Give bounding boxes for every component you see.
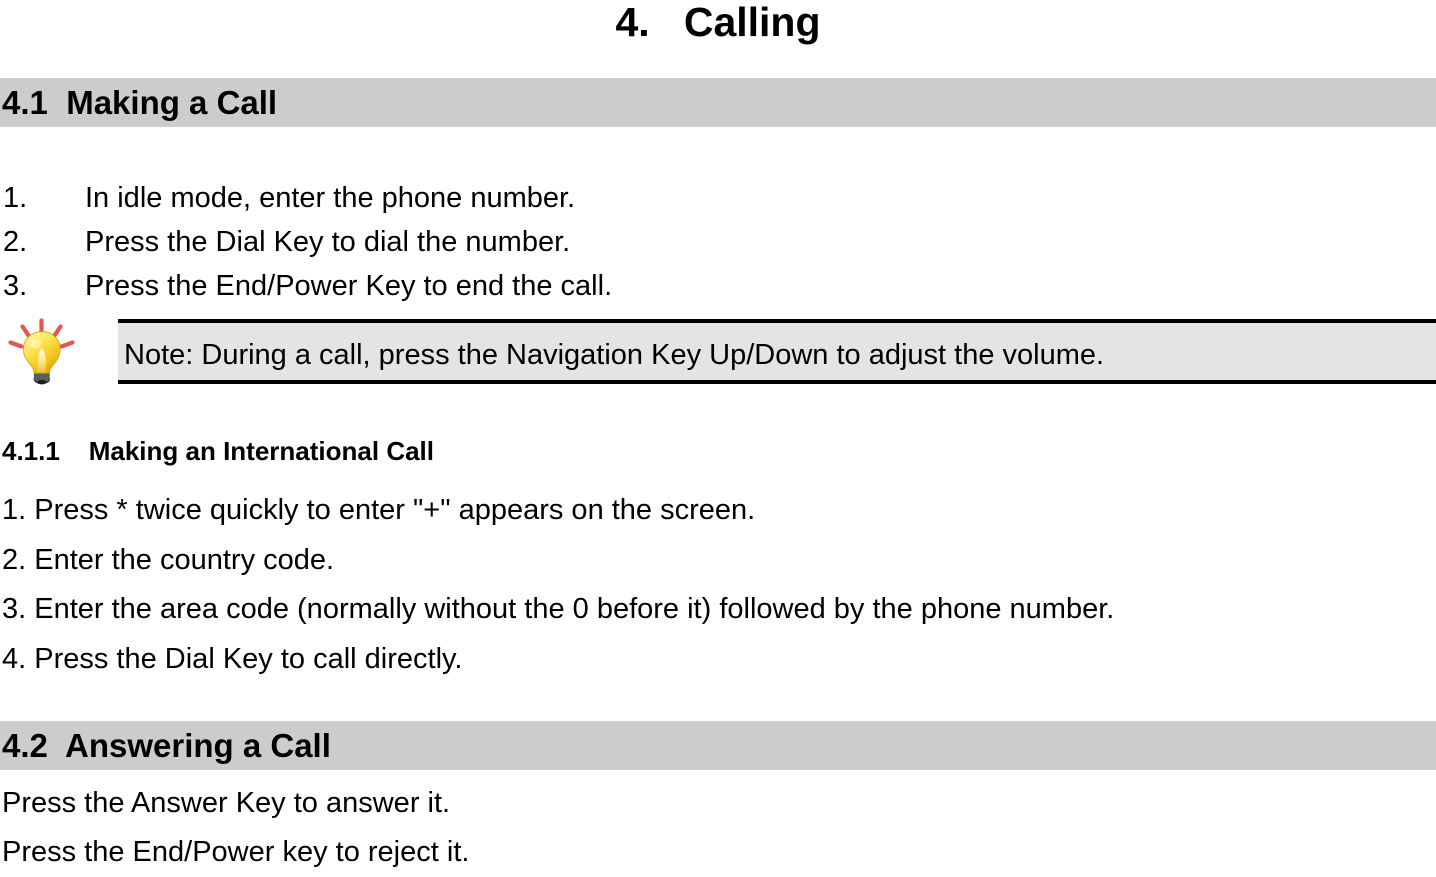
list-item: 2. Enter the country code. (2, 543, 335, 576)
list-item: 2. Press the Dial Key to dial the number… (0, 220, 1400, 264)
paragraph-line: Press the Answer Key to answer it. (2, 787, 451, 819)
chapter-title: 4. Calling (615, 0, 821, 45)
note-box: Note: During a call, press the Navigatio… (118, 319, 1436, 384)
section-heading-making-a-call: 4.1 Making a Call (0, 78, 1436, 127)
step-number: 2. (3, 226, 28, 258)
note-callout: Note: During a call, press the Navigatio… (0, 316, 1436, 388)
step-text: Press the End/Power Key to end the call. (85, 270, 613, 302)
list-item: 3. Press the End/Power Key to end the ca… (0, 264, 1400, 308)
step-text: In idle mode, enter the phone number. (85, 182, 576, 214)
step-number: 1. (3, 182, 28, 214)
international-call-steps-list: 1. Press * twice quickly to enter "+" ap… (0, 486, 1420, 684)
subsection-heading-international-call: 4.1.1 Making an International Call (2, 436, 434, 466)
step-number: 3. (3, 270, 28, 302)
document-page: 4. Calling 4.1 Making a Call 1. In idle … (0, 0, 1436, 868)
list-item: 1. Press * twice quickly to enter "+" ap… (2, 494, 756, 526)
answering-a-call-body: Press the Answer Key to answer it. Press… (0, 779, 1420, 877)
list-item: 1. In idle mode, enter the phone number. (0, 176, 1400, 220)
lightbulb-icon (6, 318, 78, 390)
list-item: 3. Enter the area code (normally without… (2, 593, 1115, 625)
making-a-call-steps-list: 1. In idle mode, enter the phone number.… (0, 176, 1400, 308)
section-heading-answering-a-call: 4.2 Answering a Call (0, 721, 1436, 770)
note-text: Note: During a call, press the Navigatio… (124, 339, 1105, 371)
step-text: Press the Dial Key to dial the number. (85, 226, 571, 258)
list-item: 4. Press the Dial Key to call directly. (2, 642, 463, 675)
paragraph-line: Press the End/Power key to reject it. (2, 836, 470, 868)
